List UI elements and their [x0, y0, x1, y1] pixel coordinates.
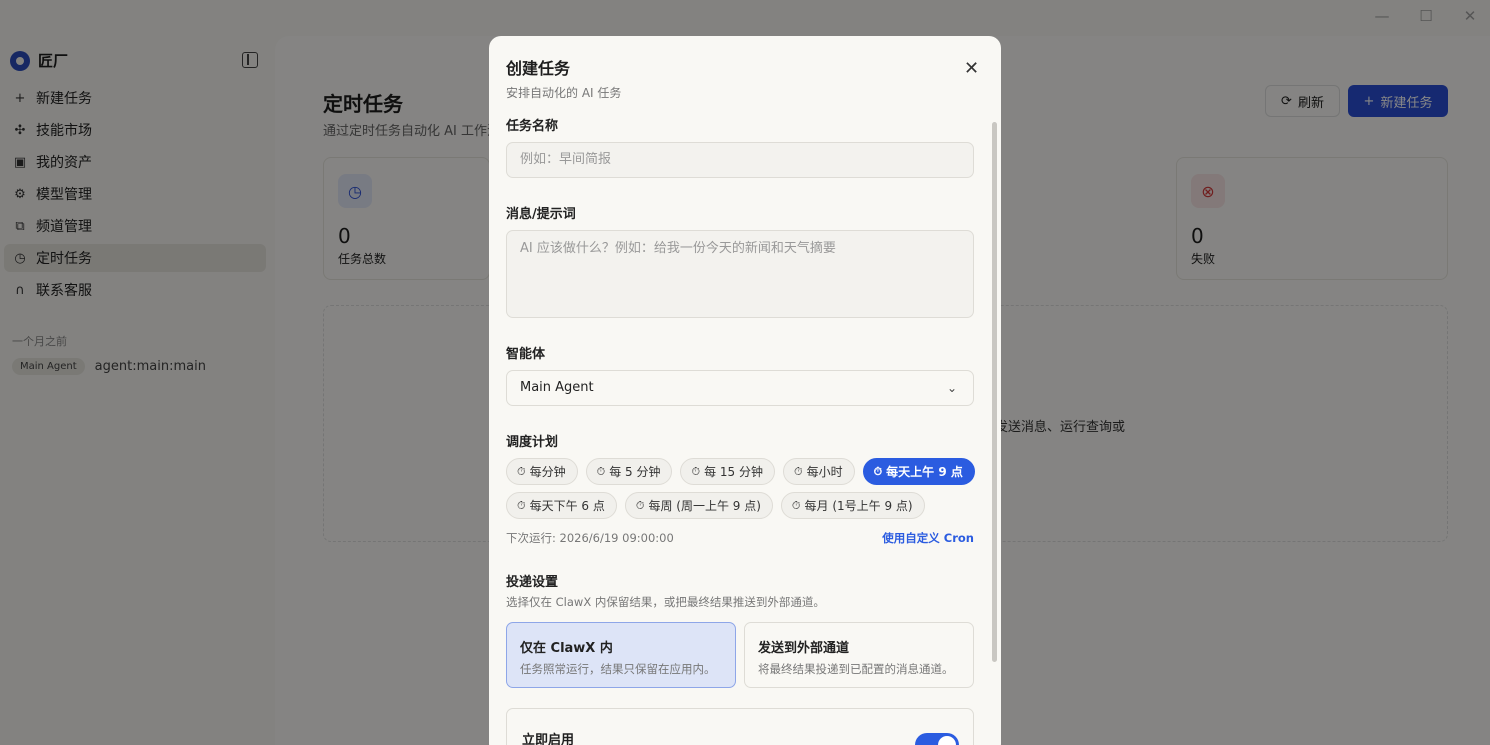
- timer-icon: ⏱: [793, 464, 803, 478]
- task-name-label: 任务名称: [506, 119, 559, 134]
- timer-icon: ⏱: [791, 498, 801, 512]
- schedule-chip-label: 每天下午 6 点: [529, 499, 605, 513]
- option-title: 仅在 ClawX 内: [520, 641, 613, 656]
- option-title: 发送到外部通道: [758, 641, 850, 656]
- schedule-chip[interactable]: ⏱ 每月 (1号上午 9 点): [780, 492, 925, 519]
- dialog-title: 创建任务: [506, 59, 571, 78]
- option-description: 任务照常运行，结果只保留在应用内。: [520, 662, 716, 676]
- agent-select[interactable]: Main Agent ⌄: [506, 370, 974, 406]
- enable-now-label: 立即启用: [522, 733, 575, 745]
- schedule-options-row-1: ⏱ 每分钟 ⏱ 每 5 分钟 ⏱ 每 15 分钟 ⏱ 每小时 ⏱ 每天上午 9 点: [506, 458, 981, 485]
- minimize-icon[interactable]: —: [1370, 6, 1394, 26]
- timer-icon: ⏱: [517, 498, 526, 512]
- maximize-icon[interactable]: ☐: [1414, 6, 1438, 26]
- dialog-subtitle: 安排自动化的 AI 任务: [506, 86, 622, 100]
- schedule-chip[interactable]: ⏱ 每 5 分钟: [585, 458, 673, 485]
- schedule-chip[interactable]: ⏱ 每周 (周一上午 9 点): [624, 492, 773, 519]
- dialog-scrollbar[interactable]: [992, 122, 997, 662]
- delivery-label: 投递设置: [506, 575, 559, 590]
- agent-label: 智能体: [506, 347, 546, 362]
- task-name-input[interactable]: 例如：早间简报: [506, 142, 974, 178]
- message-textarea[interactable]: AI 应该做什么？例如：给我一份今天的新闻和天气摘要: [506, 230, 974, 318]
- schedule-chip[interactable]: ⏱ 每分钟: [506, 458, 578, 485]
- timer-icon: ⏱: [635, 498, 645, 512]
- timer-icon: ⏱: [596, 464, 606, 478]
- schedule-chip-selected[interactable]: ⏱ 每天上午 9 点: [862, 458, 975, 485]
- schedule-label: 调度计划: [506, 435, 559, 450]
- close-icon[interactable]: ✕: [964, 58, 979, 79]
- option-description: 将最终结果投递到已配置的消息通道。: [758, 662, 954, 676]
- timer-icon: ⏱: [873, 464, 883, 478]
- chevron-down-icon: ⌄: [946, 381, 957, 395]
- delivery-option-internal[interactable]: 仅在 ClawX 内 任务照常运行，结果只保留在应用内。: [506, 622, 736, 688]
- next-run-text: 下次运行: 2026/6/19 09:00:00: [506, 531, 674, 545]
- window-controls: — ☐ ✕: [1370, 6, 1482, 26]
- schedule-chip[interactable]: ⏱ 每天下午 6 点: [506, 492, 617, 519]
- schedule-options-row-2: ⏱ 每天下午 6 点 ⏱ 每周 (周一上午 9 点) ⏱ 每月 (1号上午 9 点): [506, 492, 981, 519]
- enable-now-toggle[interactable]: [915, 733, 959, 745]
- schedule-chip-label: 每周 (周一上午 9 点): [648, 499, 761, 513]
- timer-icon: ⏱: [517, 464, 526, 478]
- schedule-chip-label: 每 15 分钟: [704, 465, 763, 479]
- delivery-description: 选择仅在 ClawX 内保留结果，或把最终结果推送到外部通道。: [506, 595, 825, 609]
- agent-select-value: Main Agent: [520, 380, 594, 395]
- custom-cron-link[interactable]: 使用自定义 Cron: [882, 530, 974, 546]
- schedule-chip-label: 每分钟: [529, 465, 566, 479]
- schedule-chip-label: 每 5 分钟: [609, 465, 661, 479]
- enable-now-card: 立即启用: [506, 708, 974, 745]
- schedule-chip[interactable]: ⏱ 每 15 分钟: [680, 458, 775, 485]
- schedule-chip-label: 每月 (1号上午 9 点): [804, 499, 913, 513]
- close-window-icon[interactable]: ✕: [1458, 6, 1482, 26]
- delivery-option-external[interactable]: 发送到外部通道 将最终结果投递到已配置的消息通道。: [744, 622, 974, 688]
- timer-icon: ⏱: [691, 464, 701, 478]
- message-label: 消息/提示词: [506, 207, 576, 222]
- schedule-chip[interactable]: ⏱ 每小时: [782, 458, 855, 485]
- create-task-dialog: 创建任务 安排自动化的 AI 任务 ✕ 任务名称 例如：早间简报 消息/提示词 …: [489, 36, 1001, 745]
- schedule-chip-label: 每小时: [806, 465, 843, 479]
- schedule-chip-label: 每天上午 9 点: [886, 465, 963, 479]
